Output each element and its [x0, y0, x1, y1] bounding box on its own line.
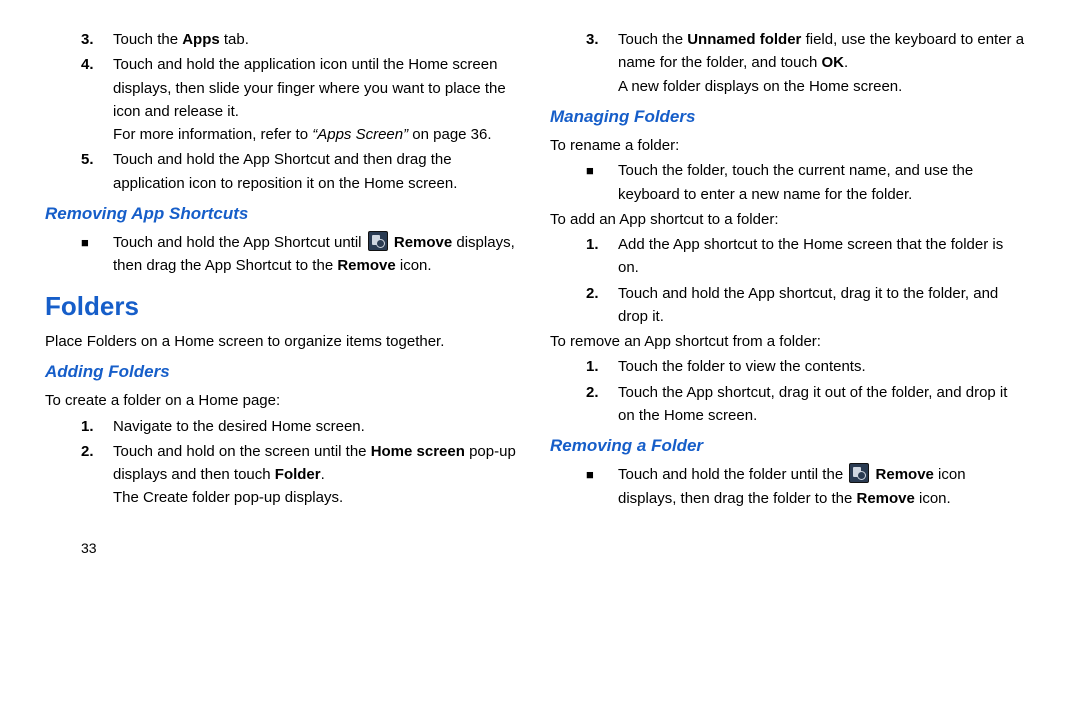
step-1: 1. Navigate to the desired Home screen.: [45, 415, 520, 438]
list-item: ■ Touch and hold the App Shortcut until …: [45, 231, 520, 278]
bullet-icon: ■: [586, 463, 618, 510]
step-body: Touch and hold the App shortcut, drag it…: [618, 282, 1025, 329]
step-3: 3. Touch the Unnamed folder field, use t…: [550, 28, 1025, 98]
text: The Create folder pop-up displays.: [113, 489, 343, 506]
step-number: 3.: [586, 28, 618, 98]
home-screen-label: Home screen: [371, 443, 465, 460]
apps-screen-ref: “Apps Screen”: [312, 126, 408, 143]
bullet-icon: ■: [586, 159, 618, 206]
remove-icon: [368, 231, 388, 251]
step-body: Touch the App shortcut, drag it out of t…: [618, 381, 1025, 428]
steps-list-right-top: 3. Touch the Unnamed folder field, use t…: [550, 28, 1025, 98]
text: A new folder displays on the Home screen…: [618, 78, 902, 95]
add-shortcut-intro: To add an App shortcut to a folder:: [550, 208, 1025, 231]
step-body: Add the App shortcut to the Home screen …: [618, 233, 1025, 280]
list-item: ■ Touch the folder, touch the current na…: [550, 159, 1025, 206]
step-5: 5. Touch and hold the App Shortcut and t…: [45, 148, 520, 195]
step-number: 3.: [81, 28, 113, 51]
list-item: ■ Touch and hold the folder until the Re…: [550, 463, 1025, 510]
step-number: 1.: [586, 233, 618, 280]
list-body: Touch and hold the App Shortcut until Re…: [113, 231, 520, 278]
step-2: 2. Touch the App shortcut, drag it out o…: [550, 381, 1025, 428]
remove-shortcut-intro: To remove an App shortcut from a folder:: [550, 330, 1025, 353]
remove-label: Remove: [876, 466, 934, 483]
step-3: 3. Touch the Apps tab.: [45, 28, 520, 51]
text: Touch the: [618, 31, 687, 48]
page-columns: 3. Touch the Apps tab. 4. Touch and hold…: [45, 28, 1025, 559]
step-body: Touch and hold the App Shortcut and then…: [113, 148, 520, 195]
text: Touch and hold on the screen until the: [113, 443, 371, 460]
text: on page 36.: [408, 126, 491, 143]
step-number: 5.: [81, 148, 113, 195]
text: Touch and hold the folder until the: [618, 466, 847, 483]
step-number: 2.: [586, 381, 618, 428]
rename-list: ■ Touch the folder, touch the current na…: [550, 159, 1025, 206]
remove-label: Remove: [394, 234, 452, 251]
rename-intro: To rename a folder:: [550, 134, 1025, 157]
managing-folders-heading: Managing Folders: [550, 104, 1025, 130]
list-body: Touch and hold the folder until the Remo…: [618, 463, 1025, 510]
text: .: [321, 466, 325, 483]
step-1: 1. Touch the folder to view the contents…: [550, 355, 1025, 378]
apps-label: Apps: [182, 31, 220, 48]
list-body: Touch the folder, touch the current name…: [618, 159, 1025, 206]
step-4: 4. Touch and hold the application icon u…: [45, 53, 520, 146]
step-body: Touch and hold the application icon unti…: [113, 53, 520, 146]
unnamed-folder-label: Unnamed folder: [687, 31, 801, 48]
right-column: 3. Touch the Unnamed folder field, use t…: [550, 28, 1025, 559]
step-body: Touch the Apps tab.: [113, 28, 520, 51]
adding-folders-heading: Adding Folders: [45, 359, 520, 385]
step-number: 1.: [81, 415, 113, 438]
page-number: 33: [45, 538, 520, 560]
folder-label: Folder: [275, 466, 321, 483]
step-body: Touch the folder to view the contents.: [618, 355, 1025, 378]
remove-label: Remove: [337, 257, 395, 274]
step-number: 4.: [81, 53, 113, 146]
step-number: 2.: [586, 282, 618, 329]
remove-shortcut-steps: 1. Touch the folder to view the contents…: [550, 355, 1025, 427]
ok-label: OK: [821, 54, 844, 71]
folders-intro: Place Folders on a Home screen to organi…: [45, 330, 520, 353]
text: Touch and hold the application icon unti…: [113, 56, 506, 120]
steps-list-left-top: 3. Touch the Apps tab. 4. Touch and hold…: [45, 28, 520, 195]
text: Touch and hold the App Shortcut until: [113, 234, 366, 251]
removing-folder-heading: Removing a Folder: [550, 433, 1025, 459]
text: .: [844, 54, 848, 71]
removing-folder-list: ■ Touch and hold the folder until the Re…: [550, 463, 1025, 510]
step-body: Touch the Unnamed folder field, use the …: [618, 28, 1025, 98]
remove-icon: [849, 463, 869, 483]
add-shortcut-steps: 1. Add the App shortcut to the Home scre…: [550, 233, 1025, 328]
left-column: 3. Touch the Apps tab. 4. Touch and hold…: [45, 28, 520, 559]
folders-heading: Folders: [45, 286, 520, 326]
text: For more information, refer to: [113, 126, 312, 143]
step-2: 2. Touch and hold on the screen until th…: [45, 440, 520, 510]
removing-shortcuts-list: ■ Touch and hold the App Shortcut until …: [45, 231, 520, 278]
adding-folders-steps: 1. Navigate to the desired Home screen. …: [45, 415, 520, 510]
bullet-icon: ■: [81, 231, 113, 278]
text: icon.: [915, 490, 951, 507]
text: tab.: [220, 31, 249, 48]
removing-app-shortcuts-heading: Removing App Shortcuts: [45, 201, 520, 227]
step-number: 2.: [81, 440, 113, 510]
step-body: Touch and hold on the screen until the H…: [113, 440, 520, 510]
adding-folders-intro: To create a folder on a Home page:: [45, 389, 520, 412]
step-2: 2. Touch and hold the App shortcut, drag…: [550, 282, 1025, 329]
step-number: 1.: [586, 355, 618, 378]
remove-label: Remove: [856, 490, 914, 507]
step-body: Navigate to the desired Home screen.: [113, 415, 520, 438]
text: Touch the: [113, 31, 182, 48]
step-1: 1. Add the App shortcut to the Home scre…: [550, 233, 1025, 280]
text: icon.: [396, 257, 432, 274]
